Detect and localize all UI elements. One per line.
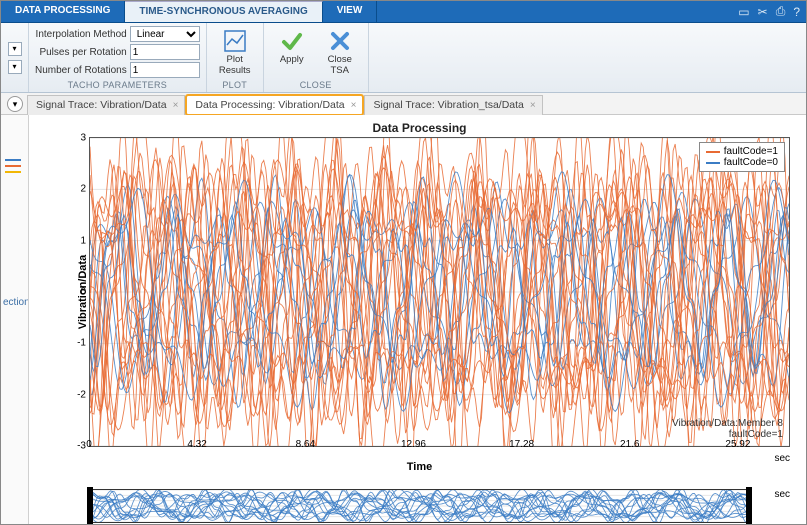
tacho-parameters-group: Interpolation Method Linear Pulses per R… [29,23,207,92]
sidebar-sliver: ection [1,115,29,524]
tab-close-icon[interactable]: × [351,100,357,111]
legend-item: faultCode=1 [724,146,778,157]
doctab-signal-trace-vibration-tsa[interactable]: Signal Trace: Vibration_tsa/Data × [364,95,542,115]
y-ticks: -3-2-10123 [64,138,88,446]
sidebar-text-fragment: ection [1,297,28,308]
ribbon-tab-data-processing[interactable]: DATA PROCESSING [1,1,125,22]
overview-handle-left[interactable] [87,487,93,524]
window-buttons: ▭ ✂ ⎙ ? [738,1,806,22]
tacho-group-label: TACHO PARAMETERS [35,79,200,92]
apply-label: Apply [280,54,304,65]
chart-axes[interactable]: Vibration/Data -3-2-10123 faultCode=1 fa… [89,137,790,447]
collapse-icon[interactable]: ▭ [738,5,749,19]
main-area: ection Data Processing Vibration/Data -3… [1,115,806,524]
overview-strip[interactable] [89,489,750,523]
interp-method-select[interactable]: Linear [130,26,200,42]
legend[interactable]: faultCode=1 faultCode=0 [699,142,785,172]
x-axis-label: Time [37,461,802,473]
plot-results-icon [223,29,247,53]
close-group-label: CLOSE [270,79,362,92]
ribbon-tab-tsa[interactable]: TIME-SYNCHRONOUS AVERAGING [125,1,322,22]
rotations-input[interactable] [130,62,200,78]
ribbon-tab-view[interactable]: VIEW [323,1,378,22]
tab-close-icon[interactable]: × [530,100,536,111]
chart-title: Data Processing [37,121,802,135]
plot-group: Plot Results PLOT [207,23,264,92]
pulses-label: Pulses per Rotation [35,47,127,58]
x-ticks: 04.328.6412.9617.2821.625.92 [89,439,790,453]
plot-results-label: Plot Results [219,54,251,76]
quick-dropdown-2[interactable]: ▾ [8,60,22,74]
close-tsa-button[interactable]: Close TSA [318,26,362,79]
plot-group-label: PLOT [213,79,257,92]
rotations-label: Number of Rotations [35,65,127,76]
help-icon[interactable]: ? [793,5,800,19]
chart-lines [90,138,789,446]
pulses-input[interactable] [130,44,200,60]
toolstrip: ▾ ▾ Interpolation Method Linear Pulses p… [1,23,806,93]
chart-annotation: Vibration/Data:Member 8 faultCode=1 [672,418,783,440]
quick-access: ▾ ▾ [1,23,29,92]
doctab-data-processing-vibration[interactable]: Data Processing: Vibration/Data × [186,95,363,115]
close-icon [328,29,352,53]
tab-close-icon[interactable]: × [173,100,179,111]
doctab-label: Signal Trace: Vibration/Data [36,99,167,111]
document-tabs: ▾ Signal Trace: Vibration/Data × Data Pro… [1,93,806,115]
close-label: Close TSA [328,54,352,76]
plot-panel: Data Processing Vibration/Data -3-2-1012… [37,117,802,522]
quick-dropdown-1[interactable]: ▾ [8,42,22,56]
print-icon[interactable]: ⎙ [776,4,786,19]
close-group: Apply Close TSA CLOSE [264,23,369,92]
cut-icon[interactable]: ✂ [758,5,768,19]
doctab-signal-trace-vibration[interactable]: Signal Trace: Vibration/Data × [27,95,185,115]
x-unit-label: sec [774,453,790,464]
plot-results-button[interactable]: Plot Results [213,26,257,79]
doctab-label: Data Processing: Vibration/Data [195,99,344,111]
legend-item: faultCode=0 [724,157,778,168]
show-tabs-button[interactable]: ▾ [7,96,23,112]
legend-swatch-icon [706,162,720,164]
apply-button[interactable]: Apply [270,26,314,68]
overview-handle-right[interactable] [746,487,752,524]
check-icon [280,29,304,53]
ribbon-tabs: DATA PROCESSING TIME-SYNCHRONOUS AVERAGI… [1,1,806,23]
overview-lines [90,490,749,522]
overview-unit: sec [774,489,790,500]
legend-swatch-icon [706,151,720,153]
doctab-label: Signal Trace: Vibration_tsa/Data [373,99,523,111]
interp-method-label: Interpolation Method [35,29,127,40]
